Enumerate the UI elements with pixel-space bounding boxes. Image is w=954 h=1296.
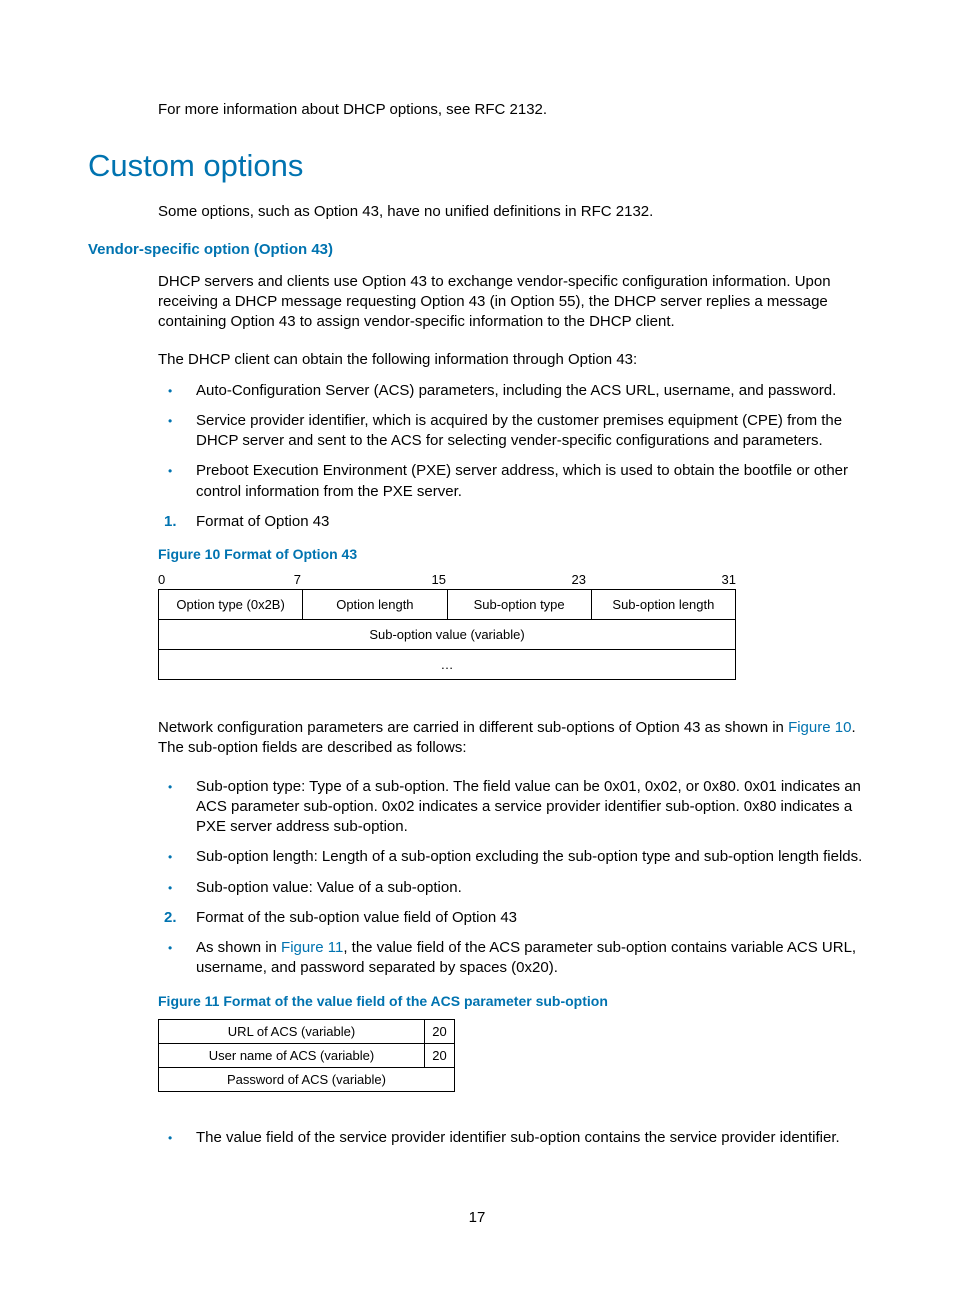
table-row: Sub-option value (variable) <box>158 619 736 649</box>
tick: 23 <box>446 572 586 587</box>
list-item: Sub-option value: Value of a sub-option. <box>158 878 866 898</box>
intro-paragraph: For more information about DHCP options,… <box>158 100 866 120</box>
figure-11-diagram: URL of ACS (variable) 20 User name of AC… <box>158 1019 455 1092</box>
item-number: 2. <box>164 908 177 928</box>
numbered-item: 2. Format of the sub-option value field … <box>158 908 866 928</box>
field-cell: User name of ACS (variable) <box>159 1044 425 1067</box>
list-item: Preboot Execution Environment (PXE) serv… <box>158 461 866 502</box>
paragraph: Network configuration parameters are car… <box>158 718 866 759</box>
field-cell: 20 <box>425 1020 455 1043</box>
heading-vendor-specific: Vendor-specific option (Option 43) <box>88 241 866 258</box>
bit-ruler: 0 7 15 23 31 <box>158 572 736 587</box>
field-cell: Option length <box>303 590 447 619</box>
paragraph: Some options, such as Option 43, have no… <box>158 202 866 222</box>
list-item: Sub-option length: Length of a sub-optio… <box>158 847 866 867</box>
table-row: Password of ACS (variable) <box>159 1068 455 1092</box>
figure-11-link[interactable]: Figure 11 <box>281 939 343 956</box>
item-text: Format of the sub-option value field of … <box>196 909 517 926</box>
table-row: Option type (0x2B) Option length Sub-opt… <box>158 589 736 619</box>
item-number: 1. <box>164 512 177 532</box>
table-row: … <box>158 649 736 680</box>
field-cell: Sub-option type <box>448 590 592 619</box>
bullet-list: Auto-Configuration Server (ACS) paramete… <box>158 381 866 502</box>
paragraph: DHCP servers and clients use Option 43 t… <box>158 272 866 333</box>
heading-custom-options: Custom options <box>88 148 866 184</box>
table-row: URL of ACS (variable) 20 <box>159 1020 455 1044</box>
tick: 0 <box>158 572 166 587</box>
list-item: The value field of the service provider … <box>158 1128 866 1148</box>
text: As shown in <box>196 939 281 956</box>
table-row: User name of ACS (variable) 20 <box>159 1044 455 1068</box>
bullet-list: As shown in Figure 11, the value field o… <box>158 938 866 979</box>
list-item: Sub-option type: Type of a sub-option. T… <box>158 777 866 838</box>
bullet-list: Sub-option type: Type of a sub-option. T… <box>158 777 866 898</box>
bullet-list: The value field of the service provider … <box>158 1128 866 1148</box>
figure-10-diagram: 0 7 15 23 31 Option type (0x2B) Option l… <box>158 572 736 680</box>
item-text: Format of Option 43 <box>196 513 329 530</box>
field-cell: Sub-option length <box>592 590 736 619</box>
field-cell: Sub-option value (variable) <box>159 620 736 649</box>
list-item: Service provider identifier, which is ac… <box>158 411 866 452</box>
field-cell: URL of ACS (variable) <box>159 1020 425 1043</box>
field-cell: Option type (0x2B) <box>159 590 303 619</box>
document-page: For more information about DHCP options,… <box>0 0 954 1296</box>
text: Network configuration parameters are car… <box>158 719 788 736</box>
list-item: As shown in Figure 11, the value field o… <box>158 938 866 979</box>
tick: 7 <box>166 572 301 587</box>
field-cell: Password of ACS (variable) <box>159 1068 455 1091</box>
field-cell: … <box>159 650 736 679</box>
numbered-item: 1. Format of Option 43 <box>158 512 866 532</box>
list-item: Auto-Configuration Server (ACS) paramete… <box>158 381 866 401</box>
paragraph: The DHCP client can obtain the following… <box>158 350 866 370</box>
field-cell: 20 <box>425 1044 455 1067</box>
tick: 31 <box>586 572 736 587</box>
figure-10-link[interactable]: Figure 10 <box>788 719 851 736</box>
figure-caption: Figure 10 Format of Option 43 <box>158 546 866 562</box>
page-number: 17 <box>0 1209 954 1226</box>
tick: 15 <box>301 572 446 587</box>
figure-caption: Figure 11 Format of the value field of t… <box>158 993 866 1009</box>
